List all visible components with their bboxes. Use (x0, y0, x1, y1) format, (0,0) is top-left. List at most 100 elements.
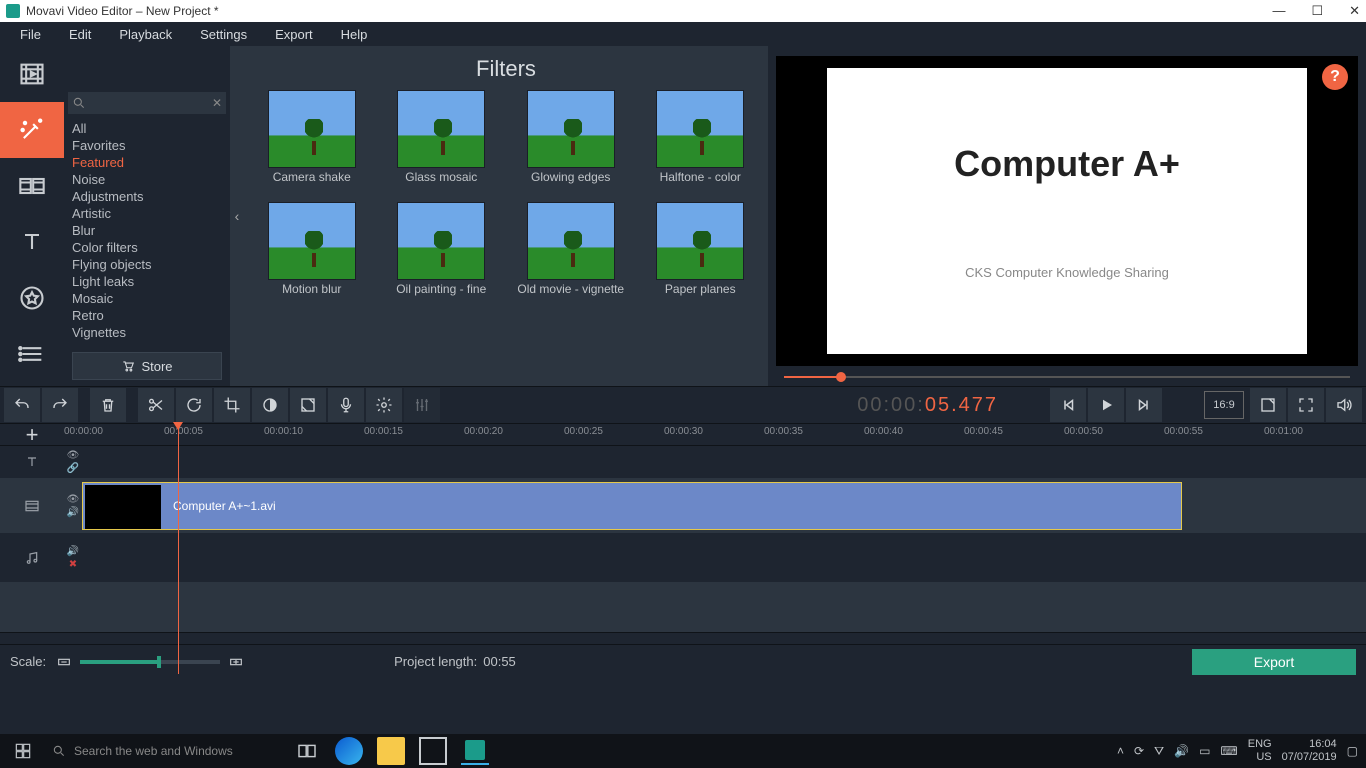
audio-track[interactable]: 🔊✖ (0, 534, 1366, 582)
record-audio-button[interactable] (328, 388, 364, 422)
mute-toggle-icon[interactable]: 🔊 (67, 546, 79, 557)
filter-item[interactable]: Old movie - vignette (507, 202, 635, 310)
equalizer-button[interactable] (404, 388, 440, 422)
movavi-taskbar-icon[interactable] (461, 737, 489, 765)
cat-noise[interactable]: Noise (72, 171, 230, 188)
help-button[interactable]: ? (1322, 64, 1348, 90)
cat-favorites[interactable]: Favorites (72, 137, 230, 154)
filter-item[interactable]: Motion blur (248, 202, 376, 310)
zoom-in-icon[interactable] (228, 654, 244, 670)
clear-search-icon[interactable]: ✕ (212, 96, 222, 110)
tray-expand-icon[interactable]: ˄ (1117, 744, 1124, 758)
cat-mosaic[interactable]: Mosaic (72, 290, 230, 307)
visibility-toggle-icon[interactable]: 👁 (67, 494, 80, 505)
menu-settings[interactable]: Settings (186, 27, 261, 42)
scale-slider[interactable] (80, 660, 220, 664)
cat-blur[interactable]: Blur (72, 222, 230, 239)
maximize-icon[interactable]: ☐ (1311, 3, 1323, 19)
cat-flying-objects[interactable]: Flying objects (72, 256, 230, 273)
fullscreen-button[interactable] (1288, 388, 1324, 422)
visibility-toggle-icon[interactable]: 👁 (67, 450, 80, 461)
volume-button[interactable] (1326, 388, 1362, 422)
network-icon[interactable]: ⛛ (1154, 744, 1164, 759)
undo-button[interactable] (4, 388, 40, 422)
mute-toggle-icon[interactable]: 🔊 (67, 507, 79, 518)
delete-button[interactable] (90, 388, 126, 422)
crop-button[interactable] (214, 388, 250, 422)
seek-bar[interactable] (776, 372, 1358, 382)
tool-titles[interactable] (0, 214, 64, 270)
cat-retro[interactable]: Retro (72, 307, 230, 324)
cat-adjustments[interactable]: Adjustments (72, 188, 230, 205)
tool-media[interactable] (0, 46, 64, 102)
keyboard-icon[interactable]: ⌨ (1220, 744, 1237, 758)
cat-vignettes[interactable]: Vignettes (72, 324, 230, 341)
tool-stickers[interactable] (0, 270, 64, 326)
settings-button[interactable] (366, 388, 402, 422)
link-toggle-icon[interactable]: 🔗 (67, 463, 79, 474)
notifications-icon[interactable]: ▢ (1347, 744, 1358, 758)
close-icon[interactable]: ✕ (1349, 3, 1360, 19)
cat-light-leaks[interactable]: Light leaks (72, 273, 230, 290)
taskbar-search[interactable]: Search the web and Windows (46, 744, 233, 758)
redo-button[interactable] (42, 388, 78, 422)
filter-item[interactable]: Oil painting - fine (378, 202, 506, 310)
filter-item[interactable]: Camera shake (248, 90, 376, 198)
filter-item[interactable]: Glowing edges (507, 90, 635, 198)
edge-icon[interactable] (335, 737, 363, 765)
detach-preview-button[interactable] (1250, 388, 1286, 422)
play-button[interactable] (1088, 388, 1124, 422)
timeline-scrollbar[interactable] (0, 632, 1366, 644)
menu-file[interactable]: File (6, 27, 55, 42)
collapse-panel-button[interactable]: ‹ (230, 46, 244, 386)
timeline-ruler[interactable]: + 00:00:0000:00:0500:00:1000:00:1500:00:… (0, 424, 1366, 446)
title-track[interactable]: 👁🔗 (0, 446, 1366, 478)
ruler-mark: 00:00:10 (264, 426, 303, 437)
next-frame-button[interactable] (1126, 388, 1162, 422)
preview-panel: ? Computer A+ CKS Computer Knowledge Sha… (768, 46, 1366, 386)
store-button[interactable]: Store (72, 352, 222, 380)
timeline-empty-area[interactable] (0, 582, 1366, 632)
sync-icon[interactable]: ⟳ (1134, 744, 1144, 758)
store-icon[interactable] (419, 737, 447, 765)
battery-icon[interactable]: ▭ (1199, 744, 1210, 758)
prev-frame-button[interactable] (1050, 388, 1086, 422)
task-view-icon[interactable] (293, 737, 321, 765)
tool-more[interactable] (0, 326, 64, 382)
video-clip[interactable]: Computer A+~1.avi (82, 482, 1182, 530)
file-explorer-icon[interactable] (377, 737, 405, 765)
cat-artistic[interactable]: Artistic (72, 205, 230, 222)
cat-featured[interactable]: Featured (72, 154, 230, 171)
windows-taskbar: Search the web and Windows ˄ ⟳ ⛛ 🔊 ▭ ⌨ E… (0, 734, 1366, 768)
cat-color-filters[interactable]: Color filters (72, 239, 230, 256)
minimize-icon[interactable]: — (1272, 3, 1285, 19)
tool-filters[interactable] (0, 102, 64, 158)
menu-playback[interactable]: Playback (105, 27, 186, 42)
seek-handle[interactable] (836, 372, 846, 382)
taskbar-datetime[interactable]: 16:04 07/07/2019 (1282, 738, 1337, 764)
split-button[interactable] (138, 388, 174, 422)
filter-search[interactable]: ✕ (68, 92, 226, 114)
color-adjust-button[interactable] (252, 388, 288, 422)
rotate-button[interactable] (176, 388, 212, 422)
taskbar-clock[interactable]: ENG US (1248, 738, 1272, 764)
aspect-ratio-button[interactable]: 16:9 (1204, 391, 1244, 419)
video-track[interactable]: 👁 🔊 Computer A+~1.avi (0, 478, 1366, 534)
zoom-out-icon[interactable] (56, 654, 72, 670)
cat-all[interactable]: All (72, 120, 230, 137)
menu-help[interactable]: Help (327, 27, 382, 42)
export-button[interactable]: Export (1192, 649, 1356, 675)
fx-toggle-icon[interactable]: ✖ (69, 559, 77, 570)
menu-edit[interactable]: Edit (55, 27, 105, 42)
tool-transitions[interactable] (0, 158, 64, 214)
preview-viewport[interactable]: Computer A+ CKS Computer Knowledge Shari… (776, 56, 1358, 366)
volume-tray-icon[interactable]: 🔊 (1174, 744, 1189, 758)
menu-export[interactable]: Export (261, 27, 327, 42)
filter-item[interactable]: Glass mosaic (378, 90, 506, 198)
filter-item[interactable]: Halftone - color (637, 90, 765, 198)
start-button[interactable] (0, 743, 46, 759)
filter-item[interactable]: Paper planes (637, 202, 765, 310)
playhead[interactable] (178, 424, 179, 674)
add-track-button[interactable]: + (0, 422, 64, 448)
clip-properties-button[interactable] (290, 388, 326, 422)
